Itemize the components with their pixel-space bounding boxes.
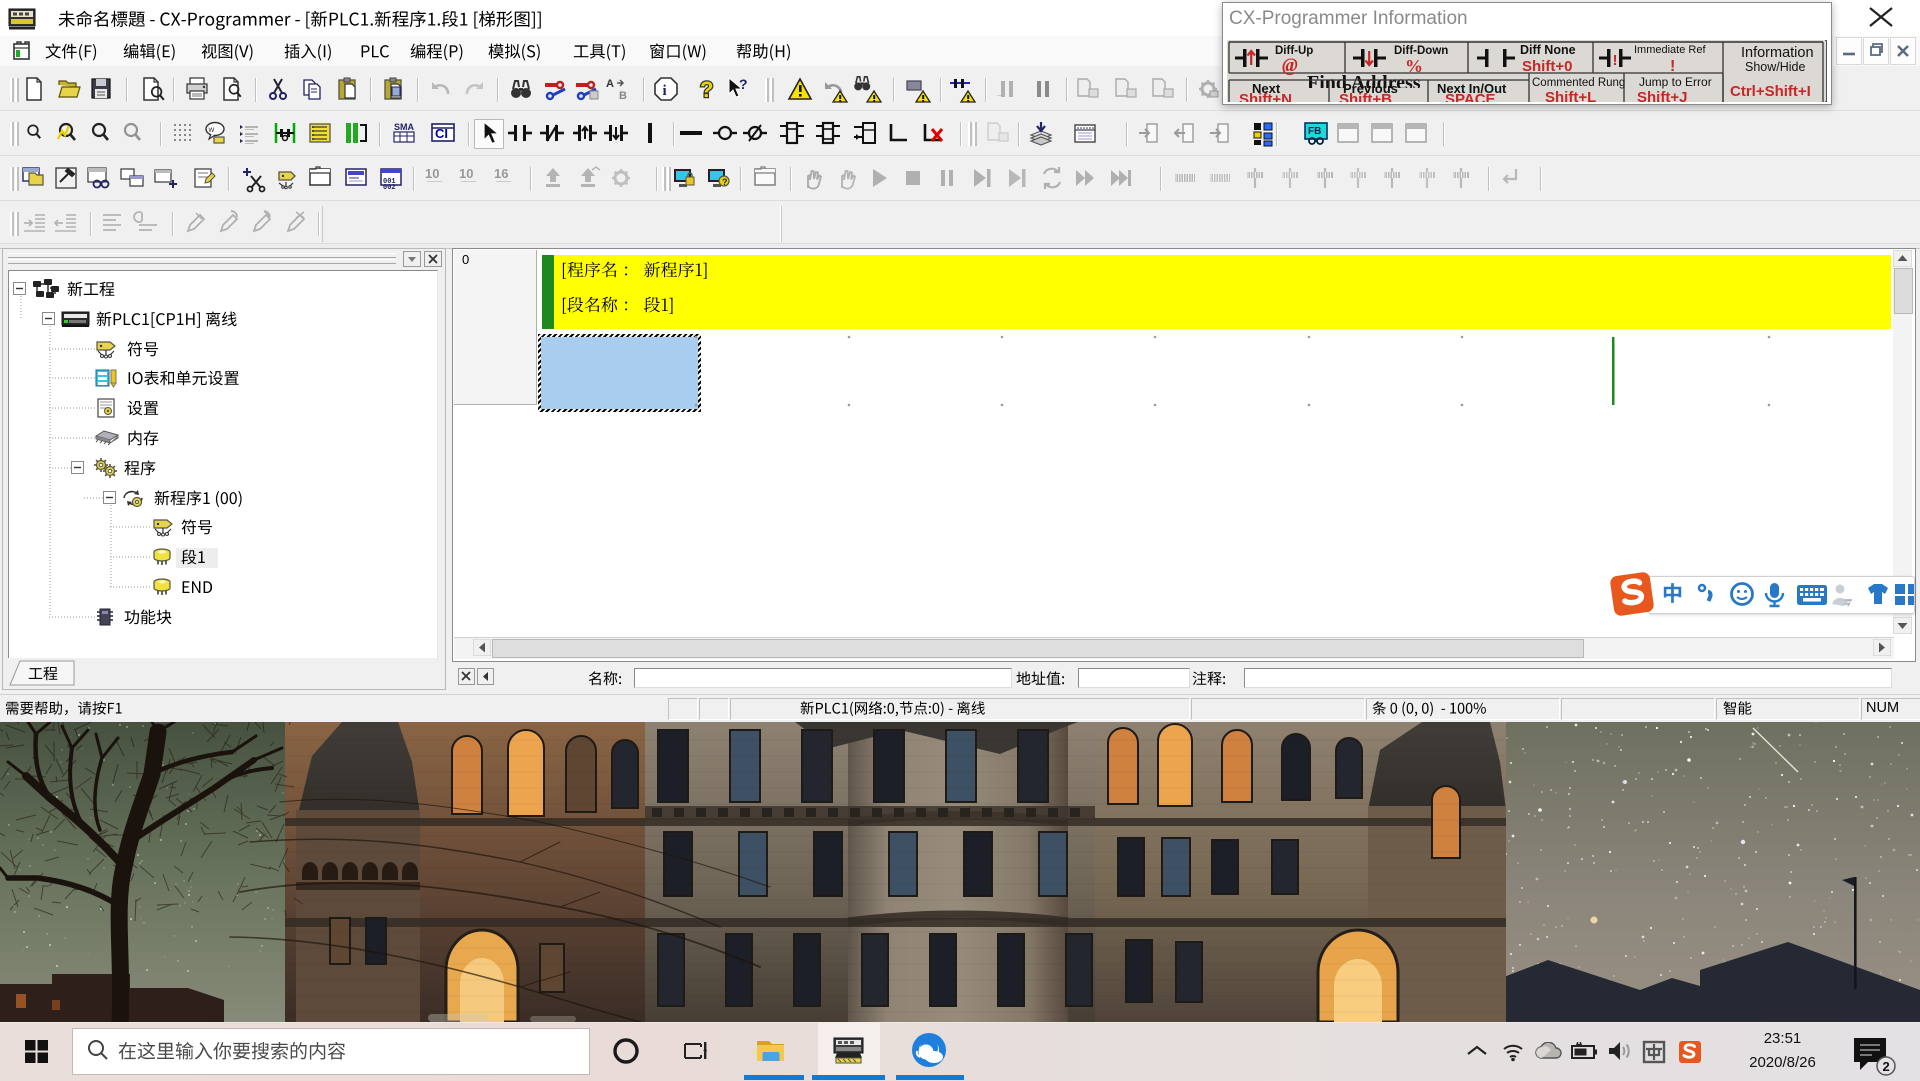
svg-text:SPACE: SPACE (1445, 91, 1496, 102)
svg-text:!: ! (1613, 52, 1618, 69)
svg-text:Shift+0: Shift+0 (1522, 58, 1572, 75)
svg-text:Shift+J: Shift+J (1637, 89, 1687, 102)
svg-text:Shift+N: Shift+N (1239, 91, 1292, 102)
svg-text:Jump to Error: Jump to Error (1639, 75, 1712, 89)
svg-text:Information: Information (1741, 45, 1814, 61)
svg-text:!: ! (1670, 58, 1675, 75)
svg-text:Shift+B: Shift+B (1339, 91, 1392, 102)
svg-text:Diff None: Diff None (1520, 43, 1576, 57)
svg-text:7: 7 (1846, 599, 1851, 609)
svg-text:Commented Rung: Commented Rung (1532, 77, 1625, 89)
svg-text:@: @ (1282, 55, 1298, 76)
svg-text:Immediate Ref: Immediate Ref (1634, 44, 1706, 56)
svg-text:Show/Hide: Show/Hide (1745, 60, 1805, 74)
svg-text:2: 2 (1883, 1059, 1890, 1074)
svg-text:Ctrl+Shift+I: Ctrl+Shift+I (1730, 83, 1811, 100)
svg-text:Shift+L: Shift+L (1545, 89, 1596, 102)
